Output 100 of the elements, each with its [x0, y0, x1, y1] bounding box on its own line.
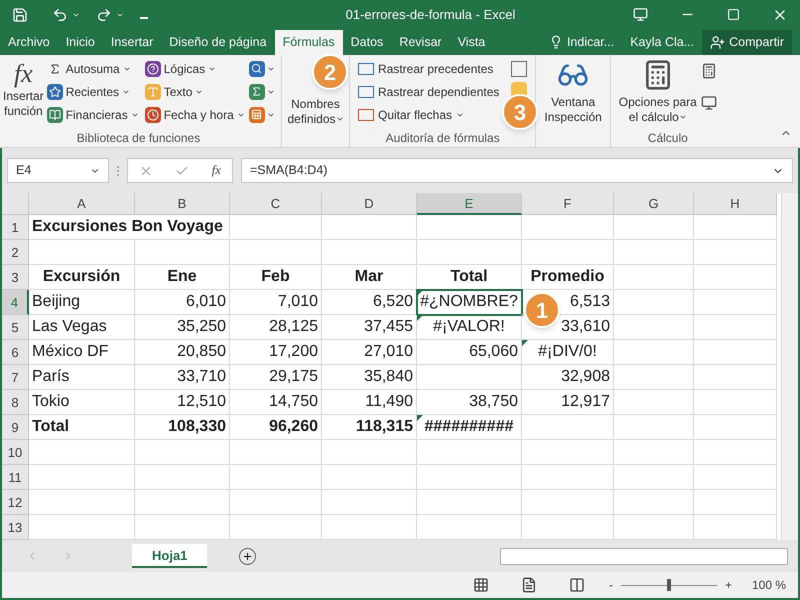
- table-cell[interactable]: [614, 465, 694, 490]
- watch-window-button[interactable]: Ventana Inspección: [544, 54, 602, 125]
- table-cell[interactable]: Tokio: [29, 390, 135, 416]
- ribbon-tab[interactable]: Archivo: [0, 30, 58, 55]
- row-header[interactable]: 6: [2, 340, 29, 366]
- undo-icon[interactable]: [52, 6, 68, 23]
- table-cell[interactable]: [694, 440, 777, 466]
- table-cell[interactable]: #¿NOMBRE?: [417, 290, 522, 316]
- table-cell[interactable]: 20,850: [135, 340, 230, 366]
- zoom-out-button[interactable]: -: [608, 576, 613, 594]
- table-cell[interactable]: [614, 215, 694, 240]
- table-cell[interactable]: 65,060: [417, 340, 522, 366]
- ribbon-tab[interactable]: Vista: [450, 30, 494, 55]
- table-cell[interactable]: Total: [417, 265, 522, 290]
- table-cell[interactable]: [614, 490, 694, 516]
- table-cell[interactable]: [135, 490, 230, 516]
- row-header[interactable]: 12: [2, 490, 29, 516]
- table-cell[interactable]: 7,010: [230, 290, 322, 316]
- table-cell[interactable]: Las Vegas: [29, 315, 135, 340]
- table-cell[interactable]: [522, 440, 614, 466]
- table-cell[interactable]: [694, 265, 777, 290]
- name-box[interactable]: E4: [7, 158, 109, 184]
- audit-button[interactable]: Rastrear precedentes: [358, 58, 500, 79]
- table-cell[interactable]: [29, 440, 135, 466]
- formula-field[interactable]: =SMA(B4:D4): [241, 158, 793, 184]
- normal-view-icon[interactable]: [472, 577, 489, 594]
- table-cell[interactable]: [417, 440, 522, 466]
- table-cell[interactable]: [417, 215, 522, 240]
- table-cell[interactable]: 118,315: [322, 415, 417, 440]
- table-cell[interactable]: 6,010: [135, 290, 230, 316]
- user-name[interactable]: Kayla Cla...: [622, 30, 702, 55]
- table-cell[interactable]: [614, 290, 694, 316]
- table-cell[interactable]: 28,125: [230, 315, 322, 340]
- table-cell[interactable]: ##########: [417, 415, 522, 440]
- function-menu-button[interactable]: Recientes: [46, 82, 139, 102]
- ribbon-tab[interactable]: Fórmulas: [274, 30, 343, 55]
- row-header[interactable]: 13: [2, 515, 29, 540]
- table-cell[interactable]: 29,175: [230, 365, 322, 390]
- table-cell[interactable]: [694, 465, 777, 490]
- column-header[interactable]: C: [230, 193, 322, 216]
- ribbon-display-icon[interactable]: [633, 7, 648, 22]
- table-cell[interactable]: Excursiones Bon Voyage: [29, 215, 230, 240]
- table-cell[interactable]: [694, 290, 777, 316]
- table-cell[interactable]: [135, 440, 230, 466]
- table-cell[interactable]: 38,750: [417, 390, 522, 416]
- table-cell[interactable]: [614, 315, 694, 340]
- insert-function-button[interactable]: fx Insertar función: [0, 58, 47, 119]
- table-cell[interactable]: [29, 490, 135, 516]
- table-cell[interactable]: [614, 265, 694, 290]
- share-button[interactable]: Compartir: [702, 30, 792, 55]
- table-cell[interactable]: México DF: [29, 340, 135, 366]
- function-menu-button[interactable]: Texto: [144, 82, 245, 102]
- function-menu-button[interactable]: [248, 82, 275, 102]
- function-menu-button[interactable]: Fecha y hora: [144, 104, 245, 125]
- table-cell[interactable]: [694, 365, 777, 390]
- row-header[interactable]: 2: [2, 240, 29, 266]
- add-sheet-icon[interactable]: [239, 548, 256, 565]
- row-header[interactable]: 9: [2, 415, 29, 440]
- table-cell[interactable]: [322, 215, 417, 240]
- table-cell[interactable]: 35,250: [135, 315, 230, 340]
- audit-button[interactable]: Rastrear dependientes: [358, 82, 500, 102]
- row-header[interactable]: 4: [2, 290, 29, 316]
- horizontal-scrollbar[interactable]: [500, 548, 788, 565]
- function-menu-button[interactable]: Lógicas: [144, 58, 245, 79]
- table-cell[interactable]: 11,490: [322, 390, 417, 416]
- table-cell[interactable]: [614, 440, 694, 466]
- function-menu-button[interactable]: Autosuma: [46, 58, 139, 79]
- table-cell[interactable]: 108,330: [135, 415, 230, 440]
- ribbon-tab[interactable]: Diseño de página: [161, 30, 275, 55]
- table-cell[interactable]: Mar: [322, 265, 417, 290]
- save-icon[interactable]: [12, 6, 28, 23]
- table-cell[interactable]: [694, 315, 777, 340]
- table-cell[interactable]: [230, 465, 322, 490]
- table-cell[interactable]: [417, 240, 522, 266]
- column-header[interactable]: A: [29, 193, 135, 216]
- table-cell[interactable]: [322, 240, 417, 266]
- row-header[interactable]: 1: [2, 215, 29, 240]
- table-cell[interactable]: 33,710: [135, 365, 230, 390]
- table-cell[interactable]: [322, 440, 417, 466]
- table-cell[interactable]: [29, 240, 135, 266]
- table-cell[interactable]: [522, 465, 614, 490]
- ribbon-tab[interactable]: Insertar: [102, 30, 162, 55]
- maximize-icon[interactable]: [727, 8, 740, 22]
- calculator-icon[interactable]: [700, 62, 717, 79]
- zoom-slider[interactable]: [620, 579, 717, 592]
- table-cell[interactable]: [230, 240, 322, 266]
- ribbon-tab[interactable]: Datos: [342, 30, 392, 55]
- table-cell[interactable]: [522, 490, 614, 516]
- page-break-icon[interactable]: [568, 577, 585, 594]
- table-cell[interactable]: 96,260: [230, 415, 322, 440]
- table-cell[interactable]: [417, 465, 522, 490]
- table-cell[interactable]: [694, 415, 777, 440]
- ribbon-tab[interactable]: Inicio: [58, 30, 103, 55]
- table-cell[interactable]: 14,750: [230, 390, 322, 416]
- tell-me-field[interactable]: Indicar...: [540, 30, 622, 55]
- calculate-sheet-icon[interactable]: [700, 94, 717, 111]
- table-cell[interactable]: 12,510: [135, 390, 230, 416]
- column-header[interactable]: B: [135, 193, 230, 216]
- table-cell[interactable]: 27,010: [322, 340, 417, 366]
- table-cell[interactable]: [522, 240, 614, 266]
